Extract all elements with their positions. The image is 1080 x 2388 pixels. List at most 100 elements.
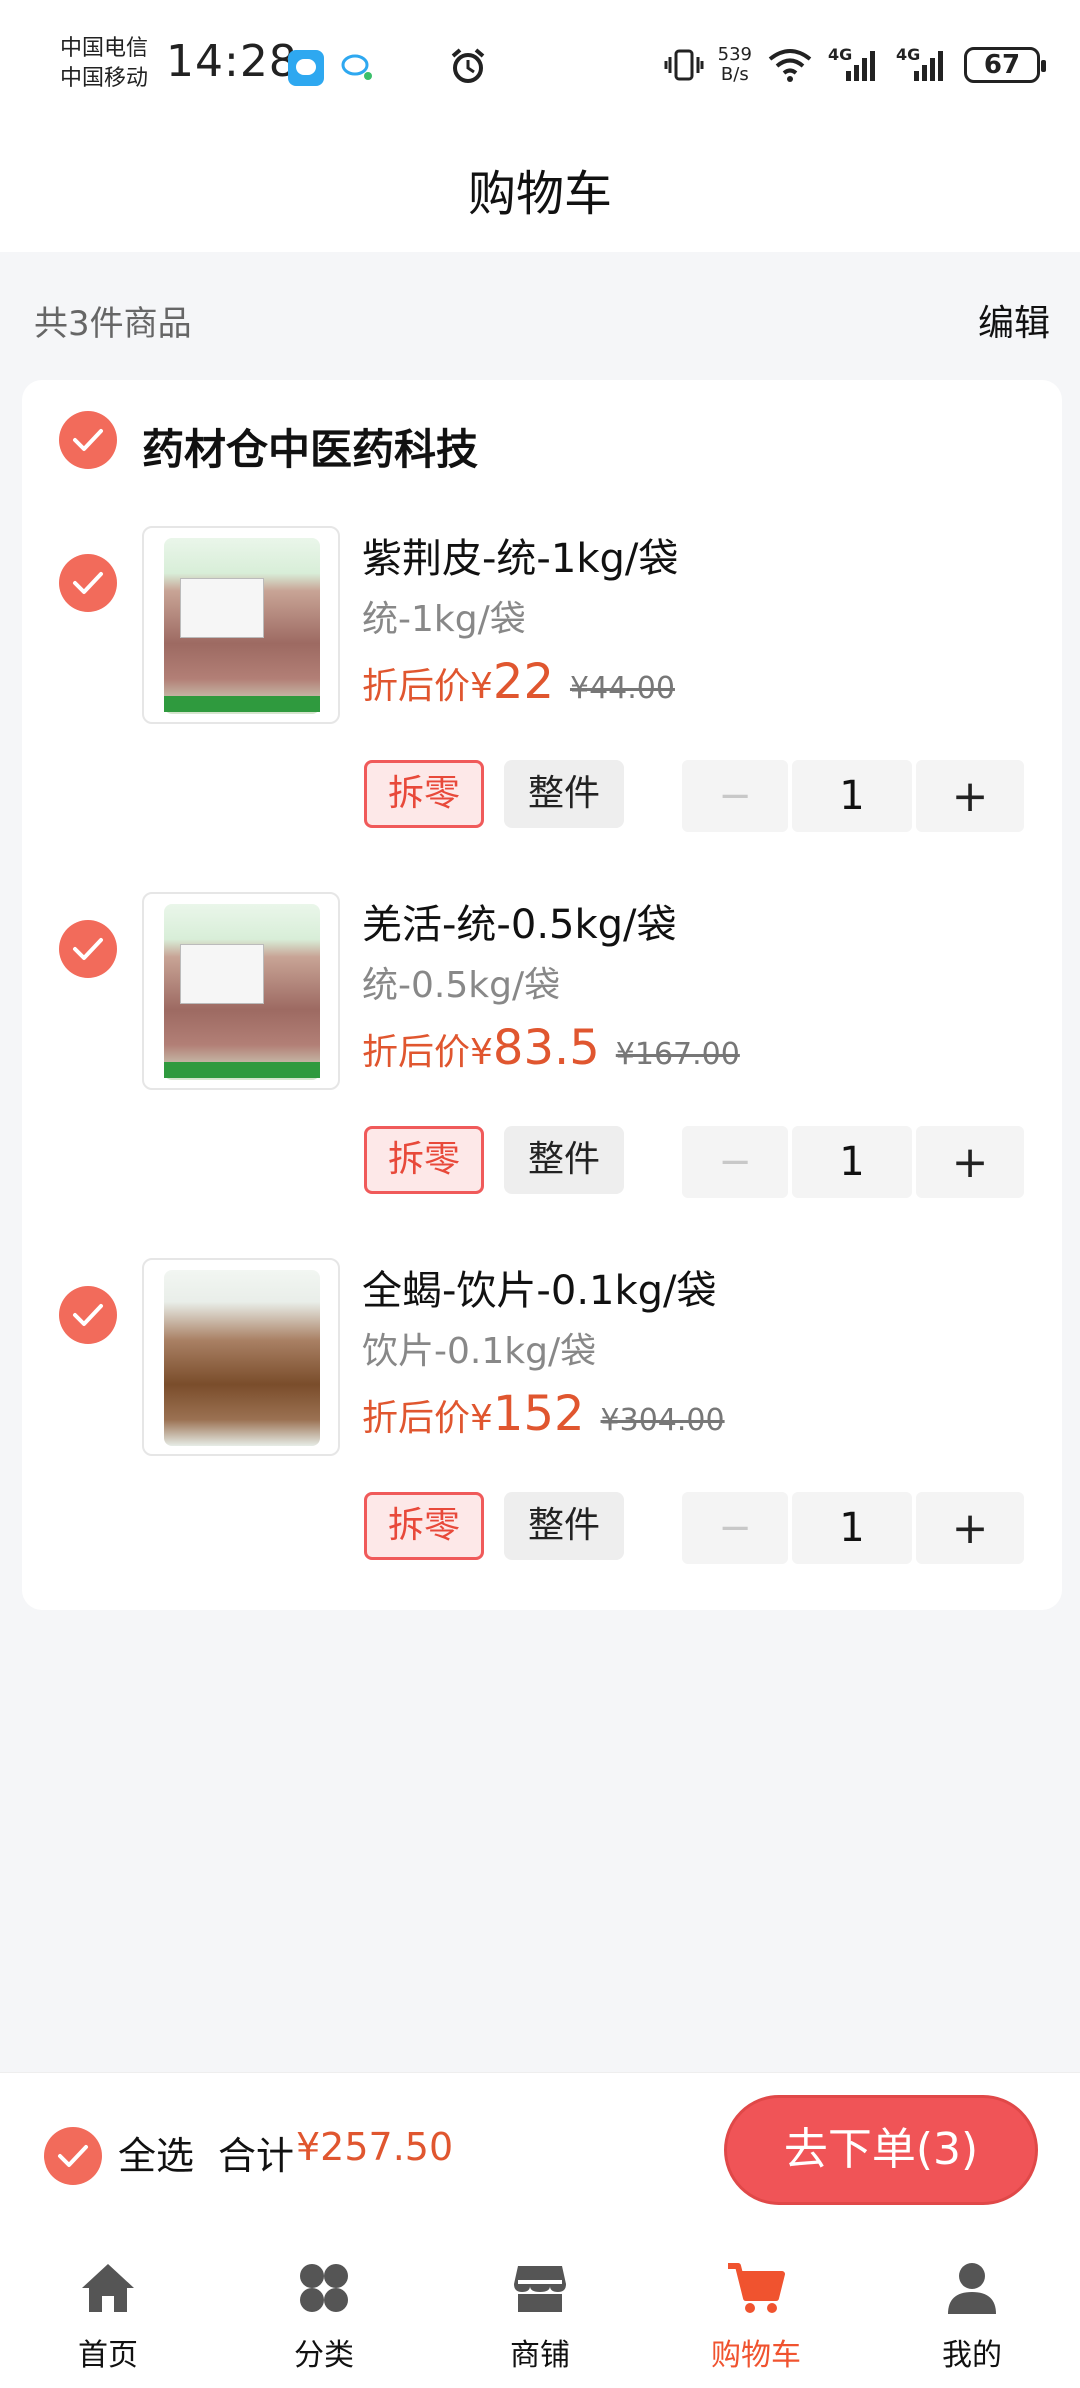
bag-label [180,578,264,638]
signal-icon-2: 4G [896,45,950,85]
cart-item: 全蝎-饮片-0.1kg/袋 饮片-0.1kg/袋 折后价¥152 ¥304.00 … [22,1258,1062,1624]
increase-button[interactable]: + [916,760,1024,832]
split-button[interactable]: 拆零 [364,1126,484,1194]
carrier-2: 中国移动 [60,66,149,91]
net-speed-unit: B/s [720,64,749,85]
bag-strip [164,696,320,712]
original-price: ¥44.00 [569,671,675,706]
quantity-stepper: − 1 + [682,1126,1024,1198]
tab-label: 购物车 [711,2338,801,2373]
tab-label: 分类 [294,2338,354,2373]
decrease-button[interactable]: − [682,1492,788,1564]
carrier-1: 中国电信 [60,36,149,61]
page-title: 购物车 [467,166,612,222]
select-all-checkbox[interactable] [44,2127,102,2185]
tab-profile[interactable]: 我的 [864,2228,1080,2388]
quantity-stepper: − 1 + [682,760,1024,832]
tab-label: 我的 [942,2338,1002,2373]
check-icon [58,2145,88,2167]
check-icon [73,572,103,594]
store-card: 药材仓中医药科技 紫荆皮-统-1kg/袋 统-1kg/袋 折后价¥22 ¥44.0… [22,380,1062,1610]
item-checkbox[interactable] [59,920,117,978]
net-speed-value: 539 [717,44,752,65]
alarm-icon [451,48,485,83]
decrease-button[interactable]: − [682,1126,788,1198]
total-value: ¥257.50 [296,2125,454,2169]
home-icon [82,2264,134,2312]
price-label: 折后价¥ [362,1398,493,1439]
tab-label: 首页 [78,2338,138,2373]
bag-label [180,944,264,1004]
product-name[interactable]: 羌活-统-0.5kg/袋 [362,892,677,950]
store-icon [514,2266,566,2312]
message-app-icon [288,50,324,86]
battery-level: 67 [983,50,1021,80]
store-checkbox[interactable] [59,411,117,469]
price-row: 折后价¥22 ¥44.00 [362,654,675,710]
store-name: 药材仓中医药科技 [142,425,479,474]
quantity-value[interactable]: 1 [792,1126,912,1198]
product-spec: 统-0.5kg/袋 [362,965,561,1006]
place-order-button[interactable]: 去下单(3) [724,2095,1038,2205]
battery-indicator: 67 [964,47,1046,83]
split-button[interactable]: 拆零 [364,1492,484,1560]
product-image[interactable] [142,526,340,724]
edit-button[interactable]: 编辑 [978,294,1050,346]
herb-bag-image [164,1270,320,1446]
original-price: ¥167.00 [615,1037,740,1072]
header: 购物车 [0,130,1080,252]
product-image[interactable] [142,1258,340,1456]
tab-home[interactable]: 首页 [0,2228,216,2388]
tab-category[interactable]: 分类 [216,2228,432,2388]
checkout-bar: 全选 合计 ¥257.50 去下单(3) [0,2072,1080,2228]
price-value: 152 [492,1386,585,1442]
tab-bar: 首页 分类 商铺 购物车 我的 [0,2228,1080,2388]
product-spec: 统-1kg/袋 [362,599,526,640]
select-all-label[interactable]: 全选 [118,2125,194,2180]
item-checkbox[interactable] [59,1286,117,1344]
quantity-value[interactable]: 1 [792,1492,912,1564]
original-price: ¥304.00 [600,1403,725,1438]
cart-item: 紫荆皮-统-1kg/袋 统-1kg/袋 折后价¥22 ¥44.00 拆零 整件 −… [22,526,1062,892]
tab-store[interactable]: 商铺 [432,2228,648,2388]
check-icon [73,429,103,451]
category-icon [300,2264,348,2312]
product-name[interactable]: 全蝎-饮片-0.1kg/袋 [362,1258,717,1316]
quantity-stepper: − 1 + [682,1492,1024,1564]
increase-button[interactable]: + [916,1126,1024,1198]
status-time: 14:28 [166,36,298,87]
item-checkbox[interactable] [59,554,117,612]
quantity-value[interactable]: 1 [792,760,912,832]
price-value: 22 [492,654,554,710]
product-spec: 饮片-0.1kg/袋 [362,1331,597,1372]
status-right: 539 B/s 4G 4G 67 [664,40,1046,90]
cart-icon [728,2263,785,2313]
price-row: 折后价¥152 ¥304.00 [362,1386,725,1442]
whole-button[interactable]: 整件 [504,1126,624,1194]
total-label: 合计 [218,2134,295,2178]
status-bar: 中国电信 中国移动 14:28 539 B/s 4G 4G 67 [0,0,1080,130]
wifi-icon [768,49,812,82]
whole-button[interactable]: 整件 [504,760,624,828]
decrease-button[interactable]: − [682,760,788,832]
product-image[interactable] [142,892,340,1090]
product-name[interactable]: 紫荆皮-统-1kg/袋 [362,526,678,584]
carrier-info: 中国电信 中国移动 [60,34,148,94]
increase-button[interactable]: + [916,1492,1024,1564]
check-icon [73,1304,103,1326]
signal-icon-1: 4G [828,45,882,85]
price-label: 折后价¥ [362,666,493,707]
split-button[interactable]: 拆零 [364,760,484,828]
item-count: 共3件商品 [34,304,192,344]
bag-strip [164,1062,320,1078]
chat-app-icon [341,54,372,80]
tab-cart[interactable]: 购物车 [648,2228,864,2388]
price-value: 83.5 [492,1020,600,1076]
tab-label: 商铺 [510,2338,570,2373]
price-label: 折后价¥ [362,1032,493,1073]
whole-button[interactable]: 整件 [504,1492,624,1560]
vibrate-icon [664,49,704,81]
price-row: 折后价¥83.5 ¥167.00 [362,1020,740,1076]
net-speed: 539 B/s [718,45,752,85]
cart-item: 羌活-统-0.5kg/袋 统-0.5kg/袋 折后价¥83.5 ¥167.00 拆… [22,892,1062,1258]
